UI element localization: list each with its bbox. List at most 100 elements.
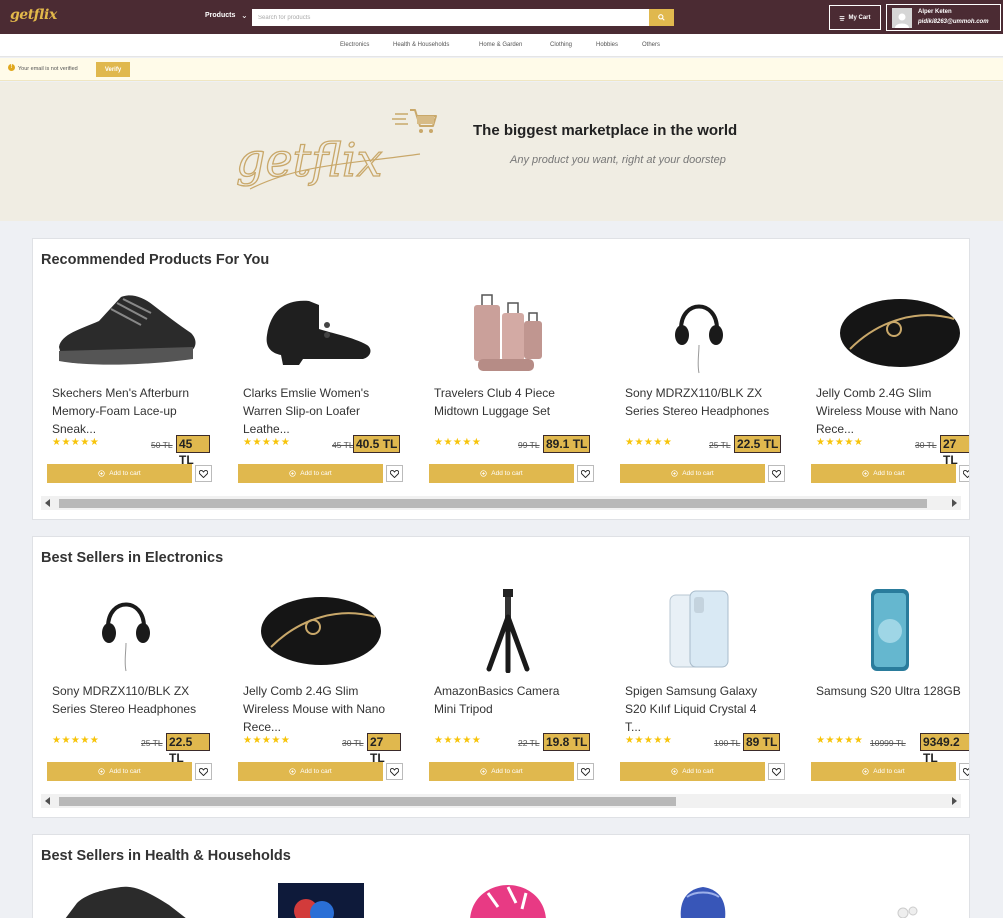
search-button[interactable] xyxy=(649,9,674,26)
scroll-thumb[interactable] xyxy=(59,499,927,508)
user-menu[interactable]: Alper Keten pidiki8263@ummoh.com xyxy=(886,4,1001,31)
section-title: Best Sellers in Electronics xyxy=(41,550,224,566)
favorite-button[interactable] xyxy=(768,465,785,482)
product-name[interactable]: AmazonBasics Camera Mini Tripod xyxy=(434,682,584,718)
add-to-cart-button[interactable]: Add to cart xyxy=(47,762,192,781)
product-name[interactable]: Jelly Comb 2.4G Slim Wireless Mouse with… xyxy=(243,682,393,736)
product-card[interactable]: Jelly Comb 2.4G Slim Wireless Mouse with… xyxy=(233,585,403,785)
section-title: Recommended Products For You xyxy=(41,252,270,268)
product-card[interactable]: Sony MDRZX110/BLK ZX Series Stereo Headp… xyxy=(42,585,212,785)
product-name[interactable]: Sony MDRZX110/BLK ZX Series Stereo Headp… xyxy=(625,384,775,420)
scroll-right-arrow[interactable] xyxy=(952,797,957,805)
headphones-image xyxy=(102,602,150,672)
category-home-garden[interactable]: Home & Garden xyxy=(479,42,522,48)
add-to-cart-button[interactable]: Add to cart xyxy=(429,464,574,483)
product-name[interactable]: Clarks Emslie Women's Warren Slip-on Loa… xyxy=(243,384,393,438)
product-image[interactable] xyxy=(615,287,783,377)
add-to-cart-label: Add to cart xyxy=(682,470,714,477)
favorite-button[interactable] xyxy=(386,465,403,482)
product-name[interactable]: Spigen Samsung Galaxy S20 Kılıf Liquid C… xyxy=(625,682,775,736)
search-input[interactable] xyxy=(252,9,649,26)
price-tag: 27 TL xyxy=(940,435,969,467)
category-clothing[interactable]: Clothing xyxy=(550,42,572,48)
add-to-cart-button[interactable]: Add to cart xyxy=(811,762,956,781)
category-electronics[interactable]: Electronics xyxy=(340,42,369,48)
price-tag: 40.5 TL xyxy=(353,435,401,453)
favorite-button[interactable] xyxy=(577,465,594,482)
product-image[interactable] xyxy=(42,585,210,675)
product-card[interactable]: Skechers Men's Afterburn Memory-Foam Lac… xyxy=(42,287,212,487)
add-to-cart-label: Add to cart xyxy=(300,470,332,477)
star-rating: ★★★★★ xyxy=(52,735,100,746)
scroll-left-arrow[interactable] xyxy=(45,797,50,805)
price-tag: 89.1 TL xyxy=(543,435,591,453)
add-to-cart-label: Add to cart xyxy=(682,768,714,775)
product-name[interactable]: Sony MDRZX110/BLK ZX Series Stereo Headp… xyxy=(52,682,202,718)
category-others[interactable]: Others xyxy=(642,42,660,48)
product-name[interactable]: Jelly Comb 2.4G Slim Wireless Mouse with… xyxy=(816,384,966,438)
add-to-cart-button[interactable]: Add to cart xyxy=(429,762,574,781)
product-card[interactable]: Spigen Samsung Galaxy S20 Kılıf Liquid C… xyxy=(615,585,785,785)
product-card[interactable]: Jelly Comb 2.4G Slim Wireless Mouse with… xyxy=(806,287,969,487)
product-name[interactable]: Samsung S20 Ultra 128GB xyxy=(816,682,966,700)
product-image[interactable] xyxy=(806,287,969,377)
favorite-button[interactable] xyxy=(386,763,403,780)
category-hobbies[interactable]: Hobbies xyxy=(596,42,618,48)
product-image[interactable] xyxy=(424,287,592,377)
add-to-cart-button[interactable]: Add to cart xyxy=(47,464,192,483)
add-to-cart-button[interactable]: Add to cart xyxy=(238,464,383,483)
old-price: 30 TL xyxy=(342,738,364,748)
product-image[interactable] xyxy=(615,585,783,675)
verify-button[interactable]: Verify xyxy=(96,62,130,77)
add-to-cart-button[interactable]: Add to cart xyxy=(238,762,383,781)
horizontal-scrollbar[interactable] xyxy=(41,496,961,510)
star-rating: ★★★★★ xyxy=(625,437,673,448)
scroll-right-arrow[interactable] xyxy=(952,499,957,507)
product-name[interactable]: Skechers Men's Afterburn Memory-Foam Lac… xyxy=(52,384,202,438)
product-card[interactable]: Sony MDRZX110/BLK ZX Series Stereo Headp… xyxy=(615,287,785,487)
old-price: 50 TL xyxy=(151,440,173,450)
add-to-cart-button[interactable]: Add to cart xyxy=(620,762,765,781)
product-card[interactable]: Samsung S20 Ultra 128GB ★★★★★ 10999 TL 9… xyxy=(806,585,969,785)
add-to-cart-button[interactable]: Add to cart xyxy=(620,464,765,483)
scroll-thumb[interactable] xyxy=(59,797,676,806)
favorite-button[interactable] xyxy=(959,763,969,780)
search-icon xyxy=(658,14,665,21)
product-name[interactable]: Travelers Club 4 Piece Midtown Luggage S… xyxy=(434,384,584,420)
heart-icon xyxy=(390,469,399,478)
horizontal-scrollbar[interactable] xyxy=(41,794,961,808)
favorite-button[interactable] xyxy=(959,465,969,482)
my-cart-button[interactable]: My Cart xyxy=(829,5,881,30)
luggage-image xyxy=(474,294,542,371)
product-image[interactable] xyxy=(424,585,592,675)
heart-icon xyxy=(772,469,781,478)
price-tag: 27 TL xyxy=(367,733,401,765)
add-to-cart-button[interactable]: Add to cart xyxy=(811,464,956,483)
phone-case-image xyxy=(669,590,729,668)
product-card[interactable]: Clarks Emslie Women's Warren Slip-on Loa… xyxy=(233,287,403,487)
favorite-button[interactable] xyxy=(768,763,785,780)
favorite-button[interactable] xyxy=(195,465,212,482)
product-card[interactable]: AmazonBasics Camera Mini Tripod ★★★★★ 22… xyxy=(424,585,594,785)
category-nav: Electronics Health & Households Home & G… xyxy=(0,34,1003,57)
star-rating: ★★★★★ xyxy=(816,735,864,746)
avatar xyxy=(892,8,912,28)
product-image[interactable] xyxy=(233,287,401,377)
favorite-button[interactable] xyxy=(577,763,594,780)
chevron-down-icon[interactable]: ⌄ xyxy=(241,12,248,20)
product-image[interactable] xyxy=(42,287,210,377)
scroll-left-arrow[interactable] xyxy=(45,499,50,507)
top-navbar: getflix Products ⌄ My Cart Alper Keten p… xyxy=(0,0,1003,34)
product-card[interactable]: Travelers Club 4 Piece Midtown Luggage S… xyxy=(424,287,594,487)
hero-banner: getflix The biggest marketplace in the w… xyxy=(0,82,1003,221)
add-to-cart-label: Add to cart xyxy=(109,768,141,775)
tripod-image xyxy=(486,589,530,673)
product-image[interactable] xyxy=(806,585,969,675)
site-logo[interactable]: getflix xyxy=(10,7,57,23)
category-health-households[interactable]: Health & Households xyxy=(393,42,449,48)
favorite-button[interactable] xyxy=(195,763,212,780)
section-best-sellers-health: Best Sellers in Health & Households xyxy=(32,834,970,918)
heart-icon xyxy=(581,469,590,478)
products-dropdown[interactable]: Products xyxy=(205,12,235,19)
product-image[interactable] xyxy=(233,585,401,675)
